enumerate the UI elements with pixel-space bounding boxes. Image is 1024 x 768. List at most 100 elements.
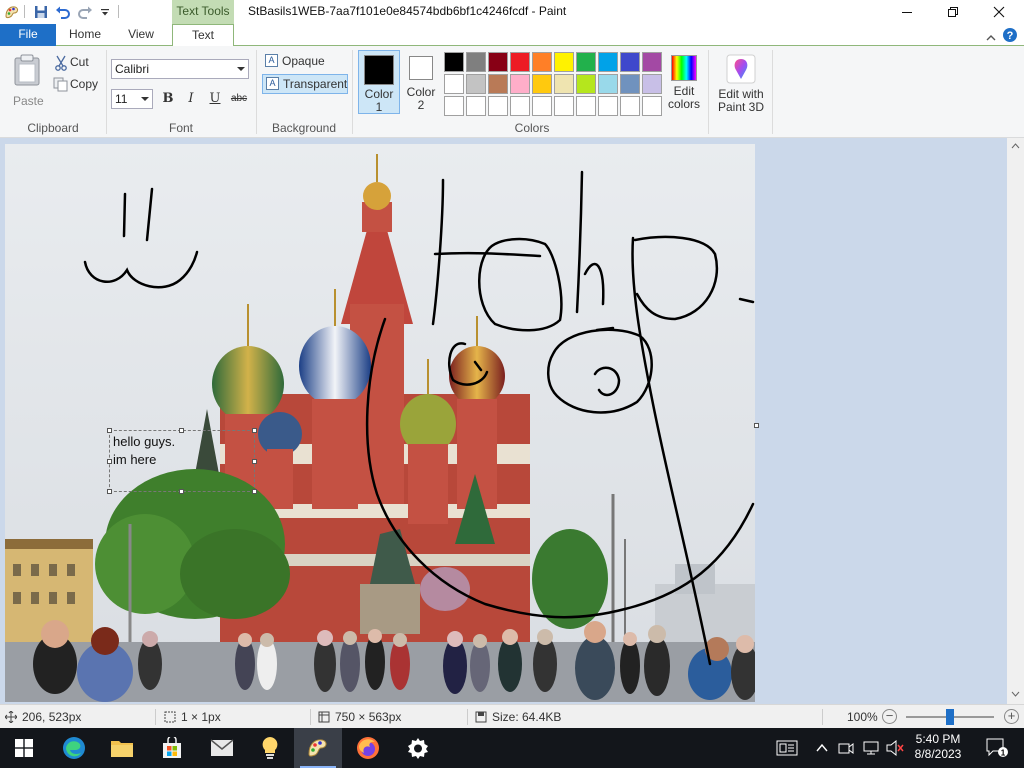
palette-color-swatch[interactable] (532, 74, 552, 94)
palette-color-swatch[interactable] (642, 52, 662, 72)
minimize-button[interactable] (884, 0, 930, 24)
bold-button[interactable]: B (158, 90, 178, 108)
background-group-label: Background (271, 121, 337, 135)
palette-color-swatch[interactable] (532, 52, 552, 72)
palette-color-swatch[interactable] (466, 74, 486, 94)
save-icon[interactable] (33, 4, 49, 20)
settings-gear-icon[interactable] (394, 728, 442, 768)
palette-color-swatch[interactable] (576, 52, 596, 72)
notifications-icon[interactable]: 1 (986, 738, 1008, 761)
palette-color-swatch[interactable] (620, 52, 640, 72)
volume-muted-icon[interactable] (886, 739, 904, 759)
resize-handle[interactable] (107, 489, 112, 494)
undo-icon[interactable] (55, 4, 71, 20)
zoom-out-button[interactable]: − (882, 709, 897, 724)
palette-color-swatch[interactable] (488, 96, 508, 116)
cut-button[interactable]: Cut (52, 54, 100, 72)
camera-icon[interactable] (838, 740, 854, 759)
clipboard-icon (12, 54, 42, 89)
font-size-select[interactable]: 11 (111, 89, 153, 109)
tab-file[interactable]: File (0, 24, 56, 46)
resize-handle[interactable] (252, 459, 257, 464)
tab-home[interactable]: Home (60, 24, 110, 46)
copy-icon (53, 77, 68, 95)
edge-icon[interactable] (50, 728, 98, 768)
palette-color-swatch[interactable] (554, 52, 574, 72)
copy-button[interactable]: Copy (52, 76, 100, 94)
resize-handle[interactable] (179, 489, 184, 494)
close-button[interactable] (976, 0, 1022, 24)
palette-color-swatch[interactable] (598, 74, 618, 94)
italic-button[interactable]: I (181, 90, 201, 108)
start-button[interactable] (0, 728, 48, 768)
microsoft-store-icon[interactable] (148, 728, 196, 768)
zoom-in-button[interactable]: + (1004, 709, 1019, 724)
palette-color-swatch[interactable] (642, 96, 662, 116)
clock[interactable]: 5:40 PM 8/8/2023 (906, 732, 970, 762)
canvas-resize-handle[interactable] (754, 423, 759, 428)
palette-color-swatch[interactable] (466, 96, 486, 116)
tab-text[interactable]: Text (172, 24, 234, 47)
palette-color-swatch[interactable] (620, 96, 640, 116)
edit-paint3d-label: Edit with Paint 3D (717, 87, 765, 114)
color1-button[interactable]: Color 1 (358, 50, 400, 114)
canvas-image (5, 144, 755, 702)
status-bar: 206, 523px 1 × 1px 750 × 563px Size: 64.… (0, 704, 1024, 728)
taskbar: 5:40 PM 8/8/2023 1 (0, 728, 1024, 768)
color2-button[interactable]: Color 2 (400, 50, 442, 114)
network-icon[interactable] (862, 740, 880, 759)
maximize-button[interactable] (930, 0, 976, 24)
help-icon[interactable]: ? (1002, 27, 1018, 43)
vertical-scrollbar[interactable] (1007, 138, 1024, 704)
drawing-canvas[interactable]: hello guys. im here (5, 144, 755, 702)
file-explorer-icon[interactable] (98, 728, 146, 768)
tab-view[interactable]: View (116, 24, 166, 46)
resize-handle[interactable] (252, 489, 257, 494)
palette-color-swatch[interactable] (510, 74, 530, 94)
resize-handle[interactable] (107, 428, 112, 433)
collapse-ribbon-icon[interactable] (986, 31, 996, 45)
tips-icon[interactable] (246, 728, 294, 768)
chevron-up-icon[interactable] (816, 742, 828, 756)
opaque-button[interactable]: A Opaque (262, 52, 348, 72)
palette-color-swatch[interactable] (576, 96, 596, 116)
font-family-select[interactable]: Calibri (111, 59, 249, 79)
firefox-icon[interactable] (344, 728, 392, 768)
palette-color-swatch[interactable] (510, 96, 530, 116)
customize-toolbar-icon[interactable] (97, 4, 113, 20)
paint-taskbar-icon[interactable] (294, 728, 342, 768)
mail-icon[interactable] (198, 728, 246, 768)
resize-handle[interactable] (107, 459, 112, 464)
palette-color-swatch[interactable] (554, 96, 574, 116)
palette-color-swatch[interactable] (554, 74, 574, 94)
palette-color-swatch[interactable] (444, 52, 464, 72)
transparent-button[interactable]: A Transparent (262, 74, 348, 94)
keyboard-layout-icon[interactable] (776, 740, 798, 759)
palette-color-swatch[interactable] (466, 52, 486, 72)
redo-icon[interactable] (77, 4, 93, 20)
palette-color-swatch[interactable] (510, 52, 530, 72)
strikethrough-button[interactable]: abc (228, 90, 250, 108)
zoom-slider-thumb[interactable] (946, 709, 954, 725)
disk-icon (475, 711, 487, 726)
text-box[interactable]: hello guys. im here (109, 430, 255, 492)
palette-color-swatch[interactable] (598, 52, 618, 72)
title-bar: Text Tools StBasils1WEB-7aa7f101e0e84574… (0, 0, 1024, 24)
paste-button[interactable]: Paste (8, 52, 46, 110)
palette-color-swatch[interactable] (642, 74, 662, 94)
underline-button[interactable]: U (205, 90, 225, 108)
resize-handle[interactable] (179, 428, 184, 433)
edit-colors-button[interactable]: Edit colors (664, 52, 704, 118)
palette-color-swatch[interactable] (620, 74, 640, 94)
palette-color-swatch[interactable] (488, 52, 508, 72)
file-size: Size: 64.4KB (492, 710, 562, 724)
palette-color-swatch[interactable] (598, 96, 618, 116)
palette-color-swatch[interactable] (532, 96, 552, 116)
palette-color-swatch[interactable] (488, 74, 508, 94)
palette-color-swatch[interactable] (444, 96, 464, 116)
edit-with-paint3d-button[interactable]: Edit with Paint 3D (712, 52, 770, 118)
paint-app-icon[interactable] (4, 4, 20, 20)
resize-handle[interactable] (252, 428, 257, 433)
palette-color-swatch[interactable] (576, 74, 596, 94)
palette-color-swatch[interactable] (444, 74, 464, 94)
